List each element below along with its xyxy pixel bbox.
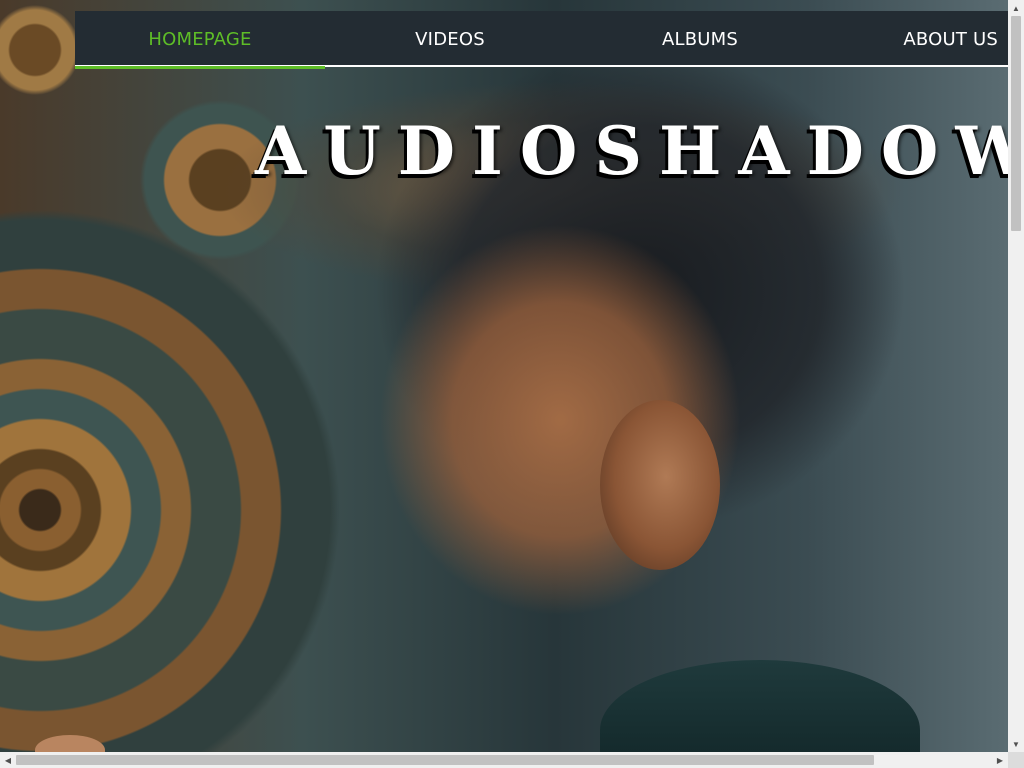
- horizontal-scrollbar[interactable]: ◀ ▶: [0, 752, 1008, 768]
- vertical-scroll-thumb[interactable]: [1011, 16, 1021, 231]
- triangle-up-icon[interactable]: ▲: [1008, 0, 1024, 16]
- nav-item-videos[interactable]: VIDEOS: [325, 11, 575, 67]
- horizontal-scroll-thumb[interactable]: [16, 755, 874, 765]
- nav-item-albums[interactable]: ALBUMS: [575, 11, 825, 67]
- nav-item-homepage[interactable]: HOMEPAGE: [75, 11, 325, 69]
- nav-item-about-us[interactable]: ABOUT US: [825, 11, 1008, 67]
- site-title: AUDIOSHADOW: [255, 112, 1024, 190]
- triangle-right-icon[interactable]: ▶: [992, 752, 1008, 768]
- hero-image-shoulder: [600, 660, 920, 752]
- hero-image-ear: [600, 400, 720, 570]
- triangle-down-icon[interactable]: ▼: [1008, 736, 1024, 752]
- triangle-left-icon[interactable]: ◀: [0, 752, 16, 768]
- scrollbar-corner: [1008, 752, 1024, 768]
- vertical-scrollbar[interactable]: ▲ ▼: [1008, 0, 1024, 752]
- hero-image-hand: [35, 735, 105, 752]
- main-navigation: HOMEPAGE VIDEOS ALBUMS ABOUT US: [75, 11, 1008, 69]
